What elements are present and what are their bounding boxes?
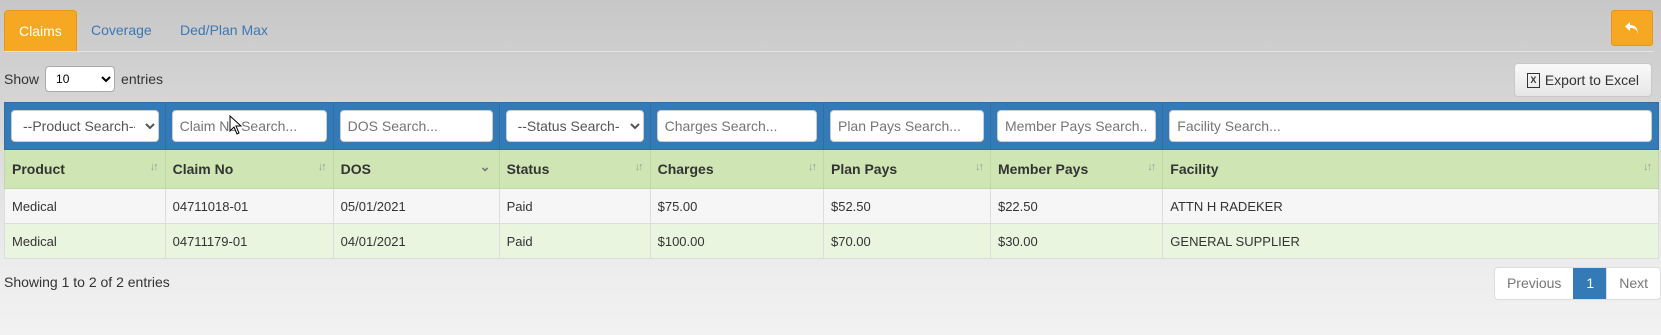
cell-facility: ATTN H RADEKER	[1162, 188, 1659, 224]
header-row: Product ↓↑ Claim No ↓↑ DOS ⌄ Status ↓↑ Charg…	[4, 149, 1659, 189]
page-length-control: Show 10 entries	[4, 65, 163, 93]
cell-plan-pays: $52.50	[822, 188, 991, 224]
length-prefix: Show	[4, 71, 40, 87]
dos-search-input[interactable]	[339, 110, 493, 142]
column-header-status[interactable]: Status ↓↑	[498, 149, 651, 189]
length-suffix: entries	[121, 71, 164, 87]
sort-icon: ↓↑	[634, 161, 644, 173]
mouse-cursor-icon	[229, 115, 243, 135]
table-row[interactable]: Medical 04711179-01 04/01/2021 Paid $100…	[4, 223, 1659, 259]
cell-claim-no: 04711018-01	[164, 188, 334, 224]
table-info: Showing 1 to 2 of 2 entries	[4, 274, 170, 290]
sort-icon: ↓↑	[317, 161, 327, 173]
cell-status: Paid	[498, 223, 651, 259]
status-filter-select[interactable]: --Status Search--	[505, 110, 644, 142]
back-button[interactable]	[1611, 10, 1653, 46]
undo-arrow-icon	[1625, 22, 1638, 34]
column-header-member-pays[interactable]: Member Pays ↓↑	[989, 149, 1164, 189]
cell-claim-no: 04711179-01	[164, 223, 334, 259]
claims-table: --Product Search-- --Status Search-- Pro…	[4, 102, 1659, 259]
table-row[interactable]: Medical 04711018-01 05/01/2021 Paid $75.…	[4, 188, 1659, 224]
page-1-button[interactable]: 1	[1573, 268, 1607, 299]
claim-no-search-input[interactable]	[171, 110, 327, 142]
column-header-claim-no[interactable]: Claim No ↓↑	[164, 149, 334, 189]
tab-ded-plan-max[interactable]: Ded/Plan Max	[166, 10, 282, 50]
sort-desc-icon: ⌄	[479, 159, 491, 174]
sort-icon: ↓↑	[1147, 161, 1156, 173]
cell-charges: $100.00	[649, 223, 824, 259]
sort-icon: ↓↑	[149, 161, 159, 173]
column-header-product[interactable]: Product ↓↑	[4, 149, 166, 189]
tab-claims[interactable]: Claims	[4, 10, 77, 51]
filter-row: --Product Search-- --Status Search--	[4, 102, 1659, 150]
export-label: Export to Excel	[1544, 72, 1639, 88]
page-length-select[interactable]: 10	[45, 66, 116, 92]
column-header-dos[interactable]: DOS ⌄	[332, 149, 500, 189]
cell-dos: 05/01/2021	[332, 188, 500, 224]
cell-member-pays: $30.00	[989, 223, 1164, 259]
cell-product: Medical	[4, 223, 166, 259]
tab-bar: Claims Coverage Ded/Plan Max	[4, 10, 1654, 52]
plan-pays-search-input[interactable]	[829, 110, 984, 142]
column-header-charges[interactable]: Charges ↓↑	[649, 149, 824, 189]
sort-icon: ↓↑	[1643, 161, 1652, 173]
excel-file-icon: X	[1526, 72, 1540, 88]
cell-facility: GENERAL SUPPLIER	[1162, 223, 1659, 259]
cell-member-pays: $22.50	[989, 188, 1164, 224]
sort-icon: ↓↑	[974, 161, 984, 173]
previous-page-button[interactable]: Previous	[1495, 268, 1573, 299]
next-page-button[interactable]: Next	[1606, 268, 1660, 299]
member-pays-search-input[interactable]	[996, 110, 1157, 142]
facility-search-input[interactable]	[1169, 110, 1652, 142]
cell-dos: 04/01/2021	[332, 223, 500, 259]
column-header-facility[interactable]: Facility ↓↑	[1162, 149, 1659, 189]
sort-icon: ↓↑	[807, 161, 817, 173]
product-filter-select[interactable]: --Product Search--	[11, 110, 159, 142]
charges-search-input[interactable]	[656, 110, 817, 142]
cell-status: Paid	[498, 188, 651, 224]
cell-product: Medical	[4, 188, 166, 224]
cell-charges: $75.00	[649, 188, 824, 224]
cell-plan-pays: $70.00	[822, 223, 991, 259]
export-to-excel-button[interactable]: X Export to Excel	[1513, 63, 1652, 97]
column-header-plan-pays[interactable]: Plan Pays ↓↑	[822, 149, 991, 189]
pagination: Previous 1 Next	[1493, 267, 1661, 300]
tab-coverage[interactable]: Coverage	[77, 10, 166, 50]
